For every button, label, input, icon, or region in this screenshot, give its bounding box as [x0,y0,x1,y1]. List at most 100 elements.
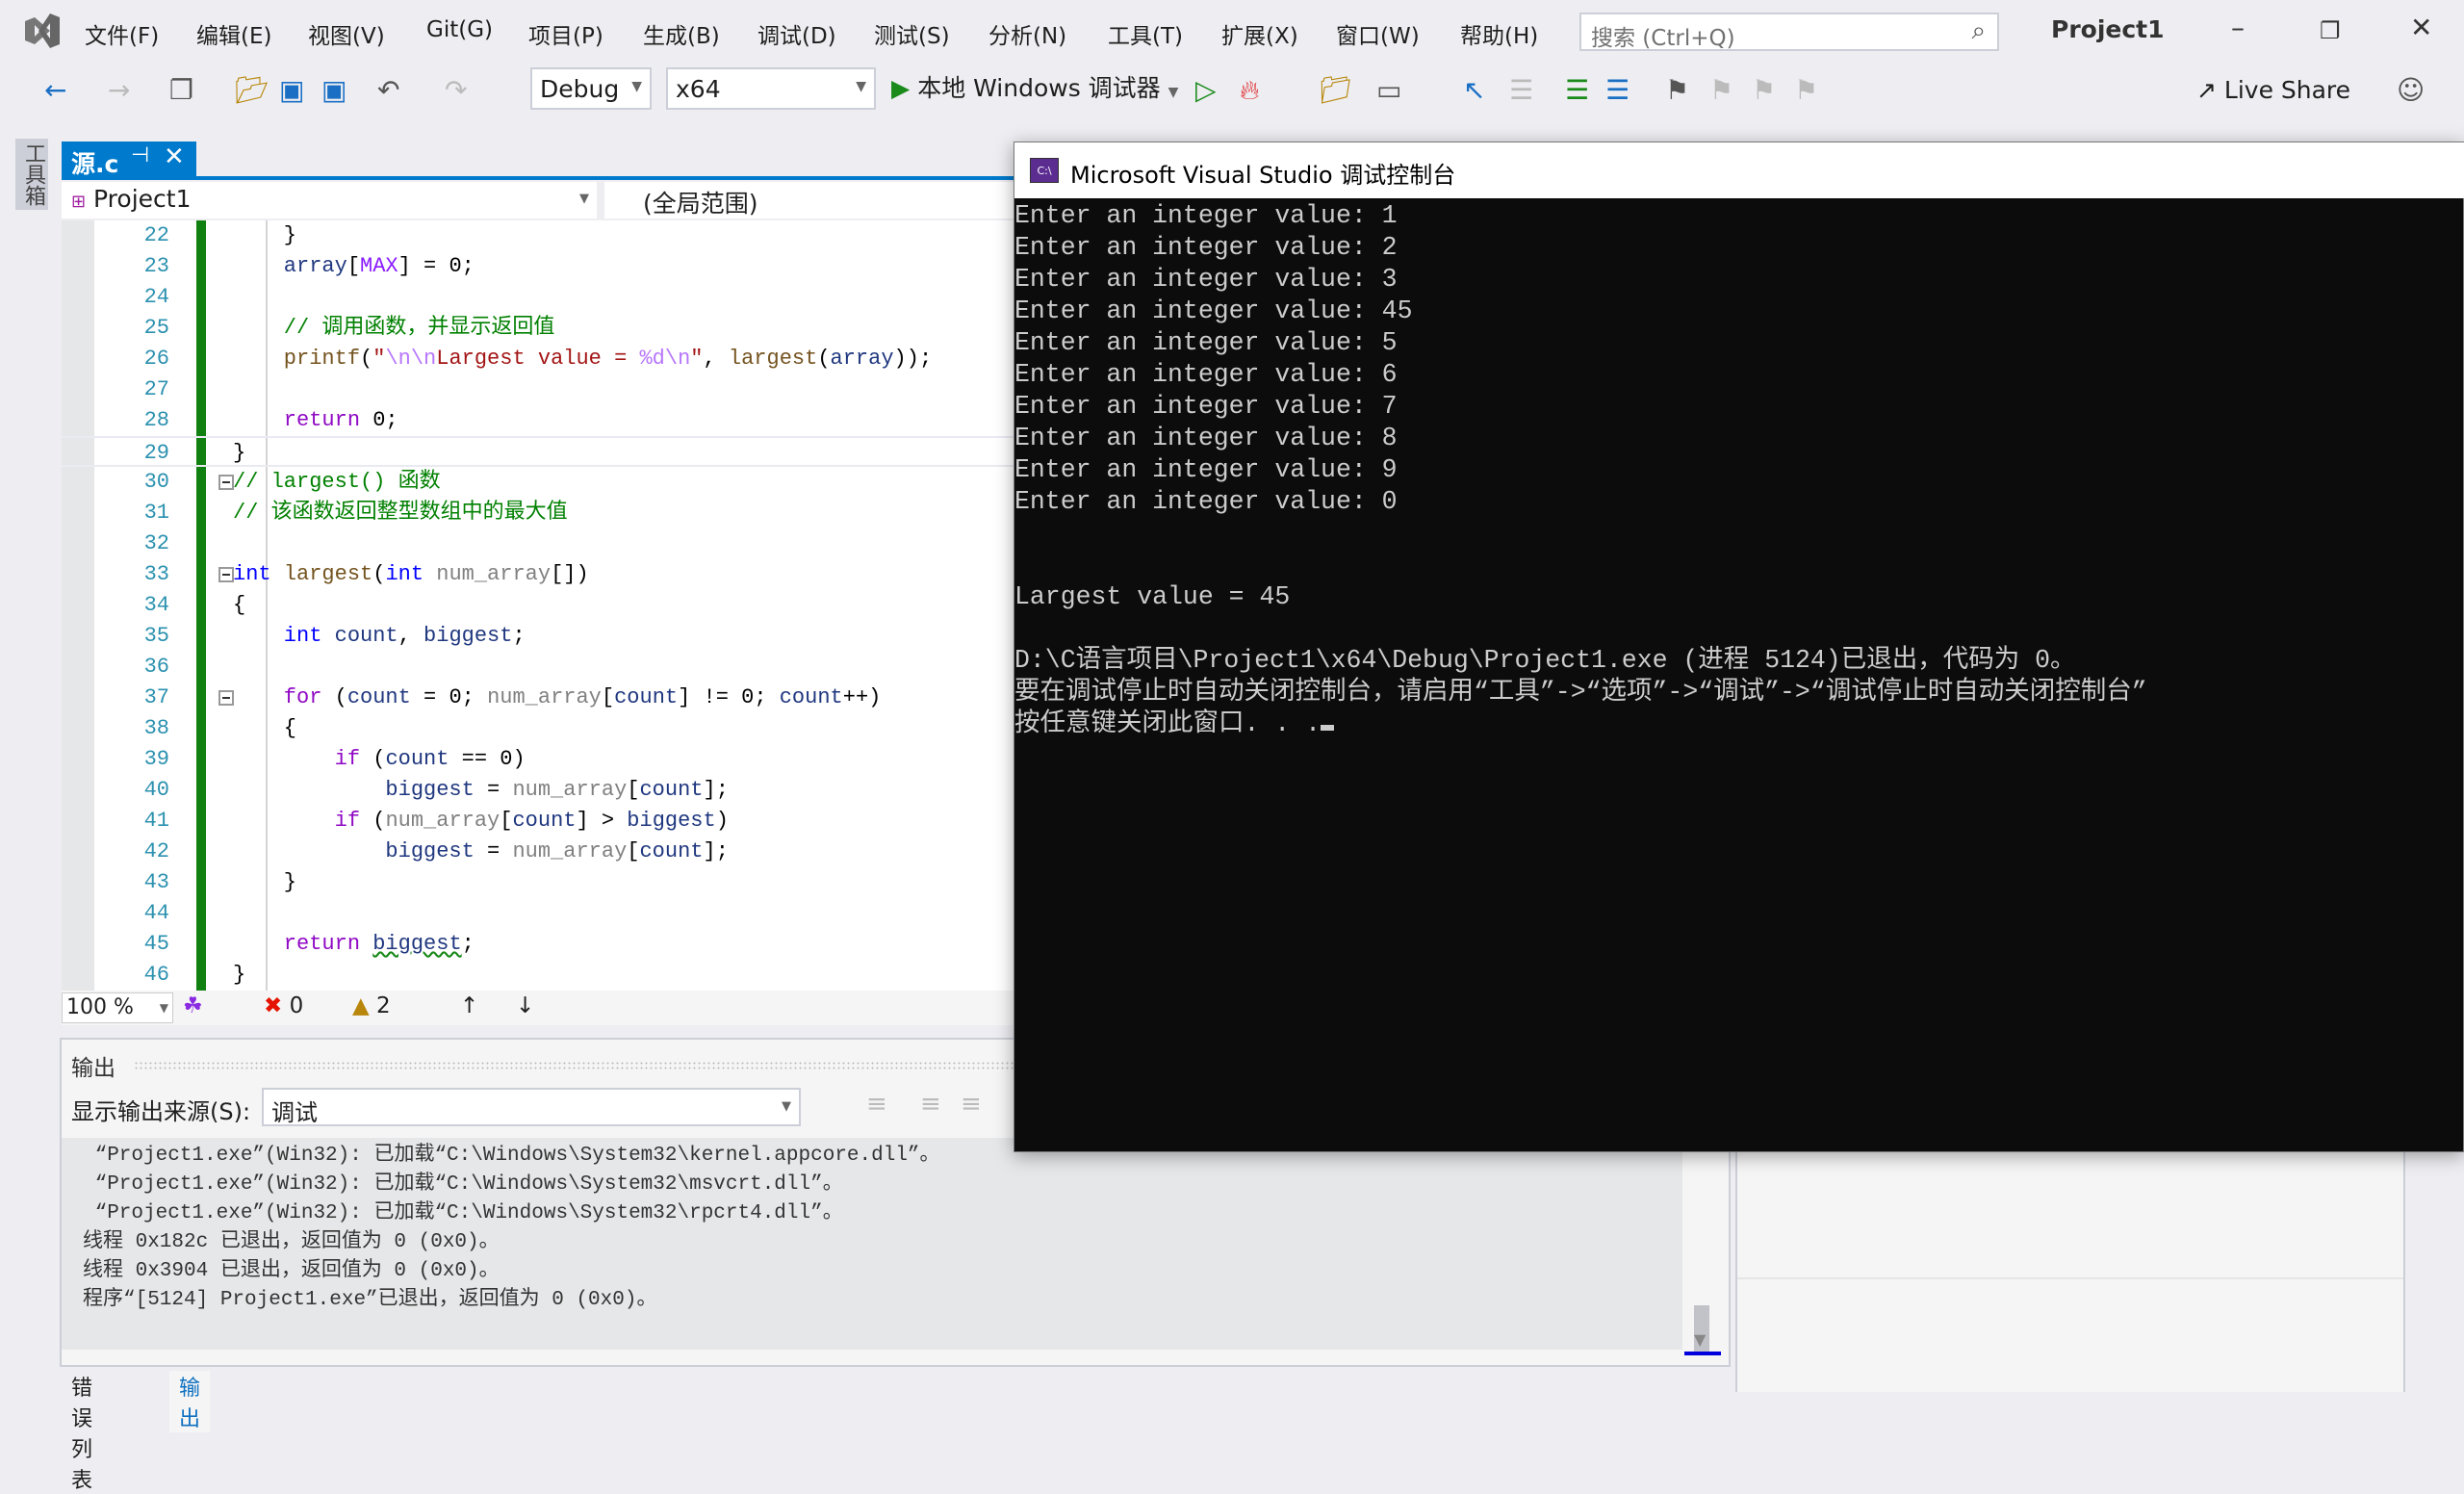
code-token: int [385,562,424,586]
console-line: Enter an integer value: 8 [1014,423,2464,454]
scroll-down-icon[interactable]: ▼ [1694,1330,1706,1349]
hot-reload-icon[interactable]: 🔥︎ [1240,73,1260,108]
tab-output[interactable]: 输出 [169,1371,211,1432]
code-text: } [233,220,296,251]
menu-build[interactable]: 生成(B) [643,17,720,50]
zoom-select[interactable]: 100 % ▼ [62,992,173,1023]
console-line-text: Largest value = 45 [1014,582,1291,611]
code-token: if [233,747,361,771]
code-token: printf [233,347,361,371]
next-issue-icon[interactable]: ↓ [516,993,534,1018]
code-token: [ [500,809,513,833]
menu-test[interactable]: 测试(S) [874,17,950,50]
previous-message-icon[interactable]: ≡ [920,1090,941,1119]
window-layout-icon[interactable]: ▭ [1376,73,1401,108]
comment-icon[interactable]: ☰ [1565,73,1589,108]
code-token: ; [512,624,526,648]
minimize-button[interactable]: – [2231,12,2245,43]
console-title-bar[interactable]: C:\ Microsoft Visual Studio 调试控制台 [1014,142,2464,198]
toolbar [0,63,2464,120]
zoom-value: 100 % [66,995,134,1019]
tab-error-list[interactable]: 错误列表 [62,1371,102,1494]
step-into-icon[interactable]: ↖ [1463,73,1485,108]
visual-studio-logo-icon [25,13,60,48]
live-share-button[interactable]: ↗ Live Share [2196,73,2350,108]
output-source-select[interactable]: 调试 ▼ [262,1088,801,1126]
menu-analyze[interactable]: 分析(N) [988,17,1066,50]
console-line: Enter an integer value: 1 [1014,200,2464,232]
menu-extensions[interactable]: 扩展(X) [1221,17,1298,50]
scope-value: (全局范围) [643,190,758,218]
undo-icon[interactable]: ↶ [377,73,399,108]
tab-source-file[interactable]: 源.c ⊣ ✕ [62,142,196,178]
code-token: count [346,685,411,709]
save-icon[interactable]: ▣ [279,73,304,108]
menu-window[interactable]: 窗口(W) [1336,17,1420,50]
menu-tools[interactable]: 工具(T) [1108,17,1183,50]
menu-edit[interactable]: 编辑(E) [196,17,271,50]
output-scrollbar[interactable]: ▼ [1684,1138,1721,1355]
uncomment-icon[interactable]: ☰ [1605,73,1630,108]
search-input[interactable]: 搜索 (Ctrl+Q) ⌕ [1579,13,1999,51]
code-token: // 调用函数，并显示返回值 [233,316,555,340]
debug-console-window[interactable]: C:\ Microsoft Visual Studio 调试控制台 Enter … [1014,142,2464,1152]
code-token: [ [601,685,615,709]
console-line: D:\C语言项目\Project1\x64\Debug\Project1.exe… [1014,645,2464,677]
menu-project[interactable]: 项目(P) [528,17,603,50]
menu-file[interactable]: 文件(F) [85,17,159,50]
collapse-icon[interactable] [218,690,234,706]
start-without-debugging-icon[interactable]: ▷ [1195,73,1217,108]
intellicode-icon[interactable]: ☘ [183,993,203,1018]
prev-bookmark-icon[interactable]: ⚑ [1709,73,1733,108]
code-token: ( [360,747,386,771]
go-to-line-icon[interactable]: ≡ [866,1090,887,1119]
code-text: for (count = 0; num_array[count] != 0; c… [233,683,882,713]
menu-help[interactable]: 帮助(H) [1460,17,1538,50]
back-icon[interactable]: ←︎ [44,73,66,108]
errors-indicator[interactable]: ✖ 0 [264,993,303,1018]
account-feedback-icon[interactable]: ☺ [2397,73,2425,108]
new-project-icon[interactable]: ❐ [169,73,193,108]
project-dropdown[interactable]: ⊞ Project1 ▼ [62,182,597,219]
start-debugging-button[interactable]: ▶ 本地 Windows 调试器 ▼ [891,71,1178,110]
output-line: “Project1.exe”(Win32): 已加载“C:\Windows\Sy… [83,1173,843,1196]
warnings-indicator[interactable]: ▲ 2 [352,993,391,1018]
output-line: 线程 0x182c 已退出，返回值为 0 (0x0)。 [83,1231,500,1253]
line-number: 24 [143,285,169,309]
open-folder-icon[interactable]: 📂︎ [235,73,270,108]
clear-bookmarks-icon[interactable]: ⚑ [1794,73,1818,108]
menu-bar: 文件(F) 编辑(E) 视图(V) Git(G) 项目(P) 生成(B) 调试(… [0,0,2464,63]
next-bookmark-icon[interactable]: ⚑ [1752,73,1776,108]
previous-issue-icon[interactable]: ↑ [460,993,478,1018]
code-token: } [233,441,246,465]
configuration-select[interactable]: Debug ▼ [530,67,652,110]
close-icon[interactable]: ✕ [164,142,185,171]
menu-debug[interactable]: 调试(D) [757,17,836,50]
restore-button[interactable]: ❐ [2320,17,2341,44]
output-text[interactable]: “Project1.exe”(Win32): 已加载“C:\Windows\Sy… [62,1138,1682,1350]
bookmark-icon[interactable]: ⚑ [1665,73,1689,108]
code-token: { [233,593,246,617]
console-output[interactable]: Enter an integer value: 1 Enter an intege… [1014,200,2464,740]
code-text: if (num_array[count] > biggest) [233,806,729,837]
redo-icon[interactable]: ↷ [445,73,467,108]
code-token: = [474,778,513,802]
collapse-icon[interactable] [218,567,234,582]
find-in-files-icon[interactable]: 📁︎ [1319,73,1353,108]
code-token: , [398,624,424,648]
code-token: { [233,716,297,740]
save-all-icon[interactable]: ▣ [321,73,346,108]
code-token: " [372,347,386,371]
next-message-icon[interactable]: ≡ [961,1090,982,1119]
toolbox-label[interactable]: 工具箱 [17,142,48,206]
forward-icon[interactable]: → [108,73,130,108]
platform-select[interactable]: x64 ▼ [666,67,876,110]
collapse-icon[interactable] [218,475,234,490]
close-window-button[interactable]: ✕ [2410,12,2432,43]
menu-git[interactable]: Git(G) [426,17,493,42]
code-token: ( [372,562,386,586]
pin-icon[interactable]: ⊣ [131,143,149,167]
error-icon: ✖ [264,993,283,1018]
step-icon[interactable]: ☰ [1509,73,1533,108]
menu-view[interactable]: 视图(V) [308,17,385,50]
